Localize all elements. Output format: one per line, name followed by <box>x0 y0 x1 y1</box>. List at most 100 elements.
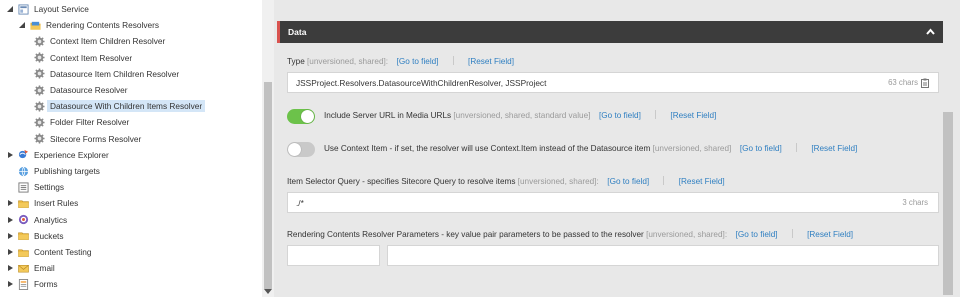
tree-item-publishing-targets[interactable]: Publishing targets <box>6 163 100 179</box>
tree-item-label: Experience Explorer <box>34 149 109 160</box>
item-selector-query-input[interactable]: ./* 3 chars <box>287 192 939 213</box>
tree-item-label: Context Item Children Resolver <box>50 36 166 47</box>
resolver-parameters-go-to-field-link[interactable]: [Go to field] <box>736 230 778 239</box>
tree-item-settings[interactable]: Settings <box>6 179 64 195</box>
expand-right-icon[interactable] <box>6 151 14 159</box>
clipboard-icon[interactable] <box>920 78 930 88</box>
expand-right-icon[interactable] <box>6 232 14 240</box>
include-server-url-label: Include Server URL in Media URLs <box>324 111 452 120</box>
tree-item-label: Forms <box>34 279 58 290</box>
tree-item-datasource-resolver[interactable]: Datasource Resolver <box>34 82 127 98</box>
tree-item-datasource-item-children-resolver[interactable]: Datasource Item Children Resolver <box>34 66 179 82</box>
expand-right-icon[interactable] <box>6 216 14 224</box>
divider <box>663 176 665 185</box>
use-context-item-reset-field-link[interactable]: [Reset Field] <box>811 144 857 153</box>
gear-icon <box>34 133 45 144</box>
include-server-url-go-to-field-link[interactable]: [Go to field] <box>599 111 641 120</box>
resolver-parameters-key-input[interactable] <box>287 245 380 266</box>
tree-scrollbar[interactable] <box>262 0 274 297</box>
tree-item-label: Sitecore Forms Resolver <box>50 133 142 144</box>
tree-item-label: Buckets <box>34 230 64 241</box>
chevron-up-icon[interactable] <box>926 28 935 36</box>
item-selector-query-meta: [unversioned, shared]: <box>517 177 599 186</box>
gear-icon <box>34 84 45 96</box>
forms-icon <box>18 278 29 290</box>
divider <box>452 56 454 65</box>
content-tree: Layout Service Rendering Contents Resolve… <box>0 0 262 297</box>
expand-placeholder <box>6 167 14 175</box>
gear-icon <box>34 68 45 79</box>
include-server-url-reset-field-link[interactable]: [Reset Field] <box>670 111 716 120</box>
tree-item-experience-explorer[interactable]: Experience Explorer <box>6 147 109 163</box>
resolver-parameters-label-row: Rendering Contents Resolver Parameters -… <box>287 229 853 239</box>
tree-item-sitecore-forms-resolver[interactable]: Sitecore Forms Resolver <box>34 131 141 147</box>
section-title: Data <box>288 27 307 37</box>
tree-item-label: Rendering Contents Resolvers <box>46 20 159 31</box>
item-selector-query-go-to-field-link[interactable]: [Go to field] <box>607 177 649 186</box>
tree-item-rendering-contents-resolvers[interactable]: Rendering Contents Resolvers <box>18 17 159 33</box>
toggle-knob <box>301 110 314 123</box>
gear-icon <box>34 117 45 128</box>
gear-icon <box>34 101 45 112</box>
explorer-icon <box>18 149 29 160</box>
publishing-icon <box>18 166 29 177</box>
type-reset-field-link[interactable]: [Reset Field] <box>468 57 514 66</box>
expand-right-icon[interactable] <box>6 264 14 272</box>
item-selector-query-char-count: 3 chars <box>902 198 928 207</box>
type-char-count: 63 chars <box>888 78 918 87</box>
layout-icon <box>18 3 29 15</box>
expand-right-icon[interactable] <box>6 199 14 207</box>
expand-right-icon[interactable] <box>6 248 14 256</box>
tree-item-datasource-with-children-items-resolver[interactable]: Datasource With Children Items Resolver <box>34 98 206 114</box>
tree-item-layout-service[interactable]: Layout Service <box>6 1 89 17</box>
tree-item-label: Datasource Resolver <box>50 85 128 95</box>
use-context-item-toggle[interactable] <box>287 142 315 157</box>
scroll-down-arrow-icon[interactable] <box>264 289 272 295</box>
expand-down-icon[interactable] <box>18 21 26 29</box>
type-input[interactable]: JSSProject.Resolvers.DatasourceWithChild… <box>287 72 939 93</box>
tree-item-context-item-resolver[interactable]: Context Item Resolver <box>34 50 132 66</box>
email-icon <box>18 263 29 274</box>
tree-item-folder-filter-resolver[interactable]: Folder Filter Resolver <box>34 114 129 130</box>
resolver-parameters-meta: [unversioned, shared]: <box>646 230 728 239</box>
include-server-url-meta: [unversioned, shared, standard value] <box>453 111 591 120</box>
folder-icon <box>18 230 29 241</box>
resolver-parameters-value-input[interactable] <box>387 245 939 266</box>
item-selector-query-label-row: Item Selector Query - specifies Sitecore… <box>287 176 725 186</box>
tree-item-forms[interactable]: Forms <box>6 276 58 292</box>
type-field-label-row: Type [unversioned, shared]: [Go to field… <box>287 56 514 66</box>
use-context-item-go-to-field-link[interactable]: [Go to field] <box>740 144 782 153</box>
item-selector-query-label: Item Selector Query - specifies Sitecore… <box>287 177 516 186</box>
toggle-knob <box>288 143 301 156</box>
tree-item-analytics[interactable]: Analytics <box>6 212 67 228</box>
divider <box>655 110 657 119</box>
include-server-url-label-row: Include Server URL in Media URLs [unvers… <box>324 110 716 120</box>
folder-icon <box>18 247 29 258</box>
tree-item-insert-rules[interactable]: Insert Rules <box>6 195 78 211</box>
tree-item-label: Folder Filter Resolver <box>50 117 130 128</box>
editor-scrollbar-thumb[interactable] <box>943 112 953 295</box>
folder-icon <box>18 198 29 209</box>
expand-right-icon[interactable] <box>6 280 14 288</box>
tree-item-email[interactable]: Email <box>6 260 55 276</box>
item-selector-query-reset-field-link[interactable]: [Reset Field] <box>679 177 725 186</box>
tree-item-buckets[interactable]: Buckets <box>6 228 64 244</box>
tree-item-context-item-children-resolver[interactable]: Context Item Children Resolver <box>34 33 165 49</box>
divider <box>796 143 798 152</box>
tree-item-label: Context Item Resolver <box>50 52 133 63</box>
tree-item-label: Content Testing <box>34 247 92 257</box>
item-selector-query-value: ./* <box>296 197 304 208</box>
type-go-to-field-link[interactable]: [Go to field] <box>397 57 439 66</box>
tree-scrollbar-thumb[interactable] <box>264 82 272 289</box>
type-value: JSSProject.Resolvers.DatasourceWithChild… <box>296 77 547 88</box>
section-header-data[interactable]: Data <box>277 21 943 43</box>
tree-item-label: Publishing targets <box>34 166 100 176</box>
include-server-url-toggle[interactable] <box>287 109 315 124</box>
divider <box>791 229 793 238</box>
tree-item-content-testing[interactable]: Content Testing <box>6 244 92 260</box>
type-meta: [unversioned, shared]: <box>307 57 389 66</box>
expand-placeholder <box>6 183 14 191</box>
analytics-icon <box>18 214 29 225</box>
expand-down-icon[interactable] <box>6 5 14 13</box>
resolver-parameters-reset-field-link[interactable]: [Reset Field] <box>807 230 853 239</box>
